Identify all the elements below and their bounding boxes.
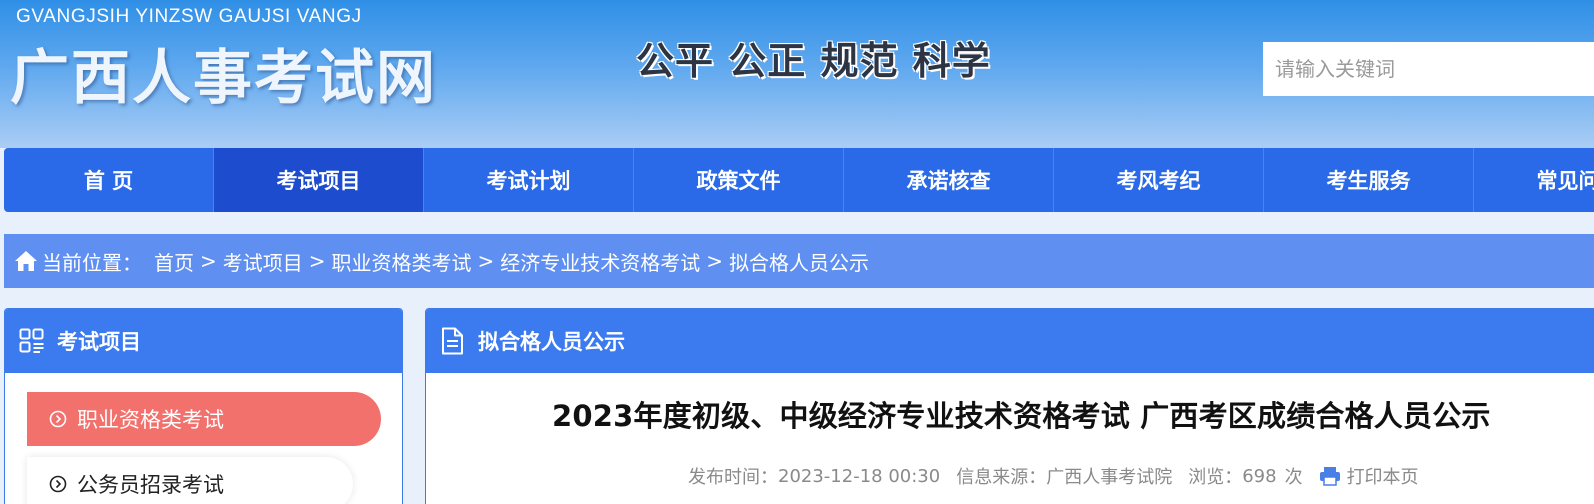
print-button[interactable]: 打印本页 [1319,463,1419,489]
printer-icon [1319,467,1340,486]
publish-time: 2023-12-18 00:30 [778,465,941,487]
content-header: 拟合格人员公示 [426,309,1594,373]
sidebar-header: 考试项目 [5,309,402,373]
content-panel: 拟合格人员公示 2023年度初级、中级经济专业技术资格考试 广西考区成绩合格人员… [425,308,1594,504]
sidebar-item-label: 公务员招录考试 [77,473,224,497]
nav-item-faq[interactable]: 常见问题 [1474,148,1594,212]
nav-item-candidate-service[interactable]: 考生服务 [1264,148,1474,212]
nav-item-exam-projects[interactable]: 考试项目 [214,148,424,212]
breadcrumb: 当前位置： 首页 > 考试项目 > 职业资格类考试 > 经济专业技术资格考试 >… [4,234,1594,288]
document-icon [442,327,463,355]
nav-item-home[interactable]: 首 页 [4,148,214,212]
breadcrumb-item-exam-projects[interactable]: 考试项目 [223,247,303,276]
logo-pinyin: GVANGJSIH YINZSW GAUJSI VANGJ [16,6,362,27]
sidebar-item-civil-service-exams[interactable]: 公务员招录考试 [27,457,353,504]
sidebar-title: 考试项目 [57,330,141,354]
chevron-circle-icon [49,410,67,428]
content-section-title: 拟合格人员公示 [478,330,625,354]
breadcrumb-separator: > [477,249,495,273]
breadcrumb-separator: > [200,249,217,273]
chevron-circle-icon [49,475,67,493]
main-nav: 首 页 考试项目 考试计划 政策文件 承诺核查 考风考纪 考生服务 常见问题 [4,148,1594,212]
print-label: 打印本页 [1346,467,1419,488]
article-title: 2023年度初级、中级经济专业技术资格考试 广西考区成绩合格人员公示 [552,399,1491,433]
views-label: 浏览： [1188,467,1243,488]
search-input[interactable] [1263,42,1594,96]
publish-label: 发布时间： [688,467,778,488]
views-count: 698 [1242,465,1277,487]
breadcrumb-item-home[interactable]: 首页 [154,247,194,276]
sidebar-item-label: 职业资格类考试 [77,408,224,432]
breadcrumb-label: 当前位置： [42,250,142,275]
nav-item-exam-plan[interactable]: 考试计划 [424,148,634,212]
home-icon [15,251,37,271]
breadcrumb-separator: > [308,249,326,273]
breadcrumb-item-qualification-exams[interactable]: 职业资格类考试 [332,247,472,276]
site-logo[interactable]: 广西人事考试网 [10,30,437,115]
views-unit: 次 [1284,467,1303,488]
source-label: 信息来源： [956,467,1047,488]
breadcrumb-item-economics-exam[interactable]: 经济专业技术资格考试 [500,247,700,276]
sidebar-item-qualification-exams[interactable]: 职业资格类考试 [27,392,381,446]
nav-item-commitment-check[interactable]: 承诺核查 [844,148,1054,212]
breadcrumb-item-current[interactable]: 拟合格人员公示 [729,247,869,276]
breadcrumb-separator: > [706,249,724,273]
nav-item-policy[interactable]: 政策文件 [634,148,844,212]
grid-list-icon [19,328,44,353]
source-value: 广西人事考试院 [1046,467,1173,488]
nav-item-exam-discipline[interactable]: 考风考纪 [1054,148,1264,212]
article-meta: 发布时间： 2023-12-18 00:30 信息来源： 广西人事考试院 浏览：… [688,463,1419,489]
site-header: GVANGJSIH YINZSW GAUJSI VANGJ 广西人事考试网 公平… [0,0,1594,148]
sidebar: 考试项目 职业资格类考试 公务员招录考试 [4,308,403,504]
site-slogan: 公平 公正 规范 科学 [636,39,991,83]
